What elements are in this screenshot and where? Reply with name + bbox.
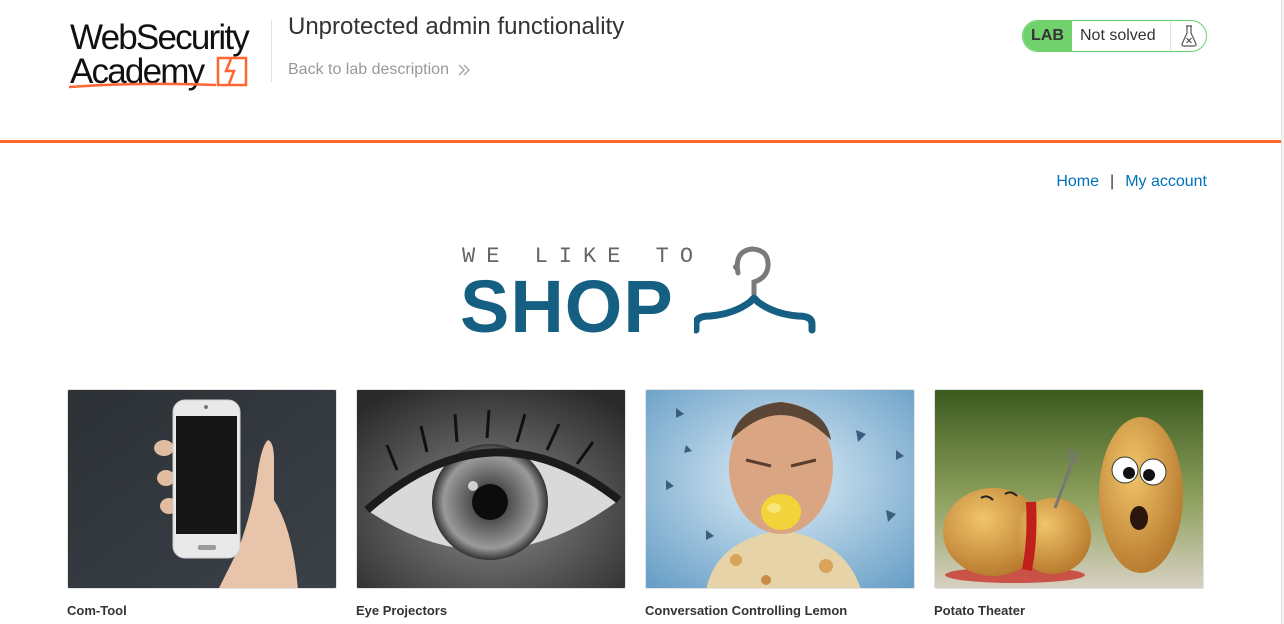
product-card[interactable]: Potato Theater — [934, 389, 1204, 618]
product-name: Conversation Controlling Lemon — [645, 603, 848, 618]
flask-icon — [1171, 21, 1206, 51]
double-chevron-right-icon — [458, 64, 471, 76]
my-account-link[interactable]: My account — [1125, 173, 1207, 191]
product-image[interactable] — [356, 389, 626, 589]
logo-underline — [68, 82, 217, 89]
web-security-academy-logo[interactable]: WebSecurity Academy — [68, 18, 268, 90]
product-card[interactable]: Conversation Controlling Lemon — [645, 389, 915, 618]
product-image[interactable] — [67, 389, 337, 589]
hanger-icon — [694, 246, 816, 334]
top-navigation: Home | My account — [1056, 173, 1207, 191]
product-card[interactable]: Com-Tool — [67, 389, 337, 618]
shop-banner: WE LIKE TO SHOP — [460, 240, 820, 344]
back-to-lab-description-link[interactable]: Back to lab description — [288, 61, 471, 79]
banner-title: SHOP — [460, 265, 674, 348]
lab-badge: LAB — [1023, 21, 1072, 51]
nav-separator: | — [1110, 173, 1115, 190]
header-divider — [271, 20, 272, 82]
lab-status-widget[interactable]: LAB Not solved — [1022, 20, 1207, 52]
lab-status-text: Not solved — [1072, 21, 1171, 51]
home-link[interactable]: Home — [1056, 173, 1099, 191]
product-name: Eye Projectors — [356, 603, 448, 618]
product-name: Com-Tool — [67, 603, 127, 618]
logo-line-1: WebSecurity — [70, 18, 250, 57]
lab-title: Unprotected admin functionality — [288, 13, 625, 40]
logo-bolt-icon — [216, 56, 248, 87]
product-image[interactable] — [934, 389, 1204, 589]
product-card[interactable]: Eye Projectors — [356, 389, 626, 618]
academy-header: WebSecurity Academy Unprotected admin fu… — [0, 0, 1284, 143]
back-link-label: Back to lab description — [288, 61, 449, 78]
product-image[interactable] — [645, 389, 915, 589]
product-name: Potato Theater — [934, 603, 1026, 618]
